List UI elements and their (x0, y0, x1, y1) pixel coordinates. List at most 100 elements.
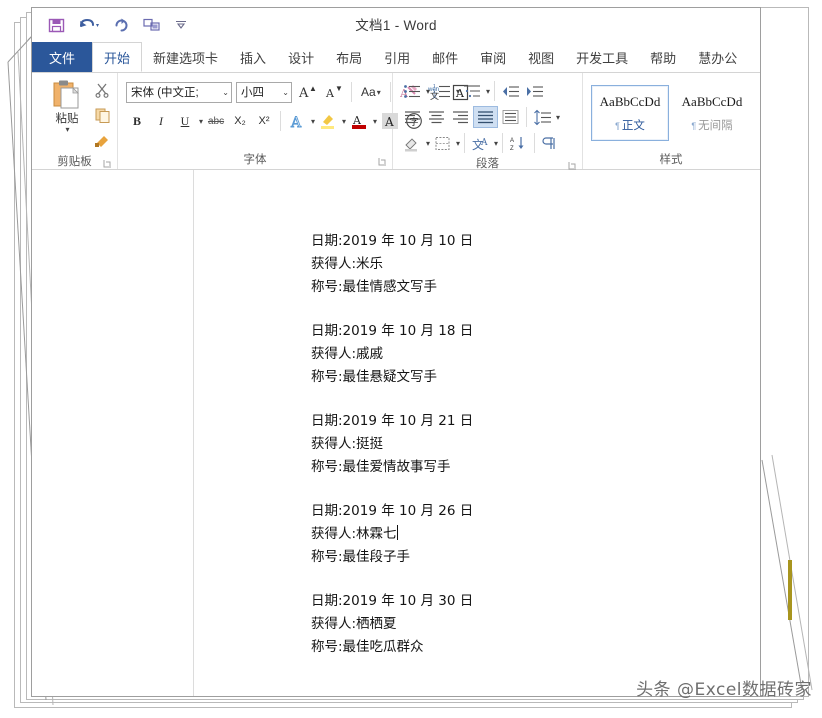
svg-text:A: A (480, 138, 488, 148)
paste-label: 粘贴 (56, 113, 79, 125)
award-block: 日期:2019 年 10 月 26 日 获得人:林霖七 称号:最佳段子手 (311, 500, 473, 569)
numbering-icon[interactable]: 1. 2. 3. (431, 80, 454, 102)
svg-text:A: A (298, 86, 309, 101)
show-formatting-marks-icon[interactable] (539, 132, 562, 154)
font-color-chevron-down-icon[interactable]: ▾ (373, 117, 377, 126)
numbering-chevron-down-icon[interactable]: ▾ (456, 87, 460, 96)
font-group-label: 字体 (118, 151, 392, 169)
tab-developer[interactable]: 开发工具 (565, 42, 639, 72)
document-area[interactable]: 日期:2019 年 10 月 10 日 获得人:米乐 称号:最佳情感文写手 日期… (32, 170, 760, 697)
award-block: 日期:2019 年 10 月 30 日 获得人:栖栖夏 称号:最佳吃瓜群众 (311, 590, 473, 659)
underline-button[interactable]: U (174, 110, 196, 132)
tab-mailings[interactable]: 邮件 (421, 42, 469, 72)
bullets-icon[interactable] (401, 80, 424, 102)
tab-references[interactable]: 引用 (373, 42, 421, 72)
grow-font-icon[interactable]: A▲ (296, 81, 318, 103)
justify-button[interactable] (473, 106, 498, 128)
award-person: 获得人:米乐 (311, 253, 473, 276)
award-person: 获得人:挺挺 (311, 433, 473, 456)
align-center-icon[interactable] (425, 106, 448, 128)
svg-text:A: A (325, 87, 335, 100)
bullets-chevron-down-icon[interactable]: ▾ (426, 87, 430, 96)
paste-dropdown-arrow[interactable]: ▾ (65, 125, 69, 134)
tab-huibangong[interactable]: 慧办公 (687, 42, 748, 72)
highlight-color-icon[interactable] (317, 110, 339, 132)
paragraph-group-label-text: 段落 (476, 158, 499, 170)
tab-insert[interactable]: 插入 (229, 42, 277, 72)
tab-help[interactable]: 帮助 (639, 42, 687, 72)
format-painter-icon[interactable] (94, 132, 111, 153)
style-no-spacing-name: ¶无间隔 (691, 117, 732, 133)
svg-text:Z: Z (510, 146, 514, 152)
distribute-icon[interactable] (499, 106, 522, 128)
line-spacing-icon[interactable] (531, 106, 554, 128)
highlight-chevron-down-icon[interactable]: ▾ (342, 117, 346, 126)
borders-icon[interactable] (431, 132, 454, 154)
multilevel-list-icon[interactable] (461, 80, 484, 102)
document-text[interactable]: 日期:2019 年 10 月 10 日 获得人:米乐 称号:最佳情感文写手 日期… (311, 230, 473, 659)
tab-view[interactable]: 视图 (517, 42, 565, 72)
tab-new-tab[interactable]: 新建选项卡 (142, 42, 229, 72)
font-color-icon[interactable]: A (348, 110, 370, 132)
underline-chevron-down-icon[interactable]: ▾ (199, 117, 203, 126)
font-name-chevron-down-icon[interactable]: ⌄ (222, 88, 229, 97)
multilevel-chevron-down-icon[interactable]: ▾ (486, 87, 490, 96)
superscript-button[interactable]: X² (253, 110, 275, 132)
pilcrow-icon-2: ¶ (691, 121, 696, 131)
tab-review[interactable]: 审阅 (469, 42, 517, 72)
styles-group-label-text: 样式 (660, 154, 683, 166)
ribbon-group-clipboard: 粘贴 ▾ (32, 73, 118, 169)
align-right-icon[interactable] (449, 106, 472, 128)
style-normal-preview: AaBbCcDd (600, 94, 661, 110)
bold-label: B (133, 114, 141, 129)
svg-text:▼: ▼ (335, 84, 342, 93)
style-no-spacing[interactable]: AaBbCcDd ¶无间隔 (673, 85, 751, 141)
award-person-with-caret: 获得人:林霖七 (311, 523, 473, 546)
align-left-icon[interactable] (401, 106, 424, 128)
tab-file[interactable]: 文件 (32, 42, 92, 72)
text-effects-icon[interactable]: A (286, 110, 308, 132)
sort-icon[interactable]: A Z (507, 132, 530, 154)
award-title: 称号:最佳情感文写手 (311, 276, 473, 299)
text-effects-chevron-down-icon[interactable]: ▾ (311, 117, 315, 126)
shrink-font-icon[interactable]: A▼ (322, 81, 344, 103)
font-dialog-launcher[interactable] (378, 157, 387, 166)
cut-icon[interactable] (94, 82, 111, 103)
chinese-layout-icon[interactable]: 文 A (469, 132, 492, 154)
change-case-icon[interactable]: Aa ▾ (359, 81, 383, 103)
award-date: 日期:2019 年 10 月 18 日 (311, 320, 473, 343)
document-page[interactable]: 日期:2019 年 10 月 10 日 获得人:米乐 称号:最佳情感文写手 日期… (32, 170, 760, 697)
svg-text:▲: ▲ (309, 84, 316, 93)
ribbon-tabs[interactable]: 文件 开始 新建选项卡 插入 设计 布局 引用 邮件 审阅 视图 开发工具 帮助… (32, 42, 760, 73)
award-block: 日期:2019 年 10 月 10 日 获得人:米乐 称号:最佳情感文写手 (311, 230, 473, 299)
clipboard-dialog-launcher[interactable] (103, 159, 112, 168)
increase-indent-icon[interactable] (523, 80, 546, 102)
award-block: 日期:2019 年 10 月 18 日 获得人:戚戚 称号:最佳悬疑文写手 (311, 320, 473, 389)
shading-icon[interactable] (401, 132, 424, 154)
font-name-combo[interactable]: 宋体 (中文正; ⌄ (126, 82, 232, 103)
superscript-label: X² (259, 115, 270, 127)
subscript-button[interactable]: X₂ (229, 110, 251, 132)
strikethrough-button[interactable]: abc (205, 110, 227, 132)
change-case-chevron-down-icon[interactable]: ▾ (377, 88, 381, 97)
decrease-indent-icon[interactable] (499, 80, 522, 102)
paragraph-dialog-launcher[interactable] (568, 161, 577, 170)
page-margin-line (193, 170, 194, 697)
style-normal[interactable]: AaBbCcDd ¶正文 (591, 85, 669, 141)
award-person: 获得人:林霖七 (311, 526, 397, 542)
copy-icon[interactable] (94, 107, 111, 128)
line-spacing-chevron-down-icon[interactable]: ▾ (556, 113, 560, 122)
font-size-combo[interactable]: 小四 ⌄ (236, 82, 292, 103)
tab-home[interactable]: 开始 (92, 42, 142, 72)
shading-chevron-down-icon[interactable]: ▾ (426, 139, 430, 148)
borders-chevron-down-icon[interactable]: ▾ (456, 139, 460, 148)
underline-label: U (181, 114, 190, 129)
bold-button[interactable]: B (126, 110, 148, 132)
italic-button[interactable]: I (150, 110, 172, 132)
chinese-layout-chevron-down-icon[interactable]: ▾ (494, 139, 498, 148)
font-size-chevron-down-icon[interactable]: ⌄ (282, 88, 289, 97)
tab-layout[interactable]: 布局 (325, 42, 373, 72)
font-group-label-text: 字体 (244, 154, 267, 166)
paste-button[interactable]: 粘贴 ▾ (42, 79, 92, 134)
tab-design[interactable]: 设计 (277, 42, 325, 72)
